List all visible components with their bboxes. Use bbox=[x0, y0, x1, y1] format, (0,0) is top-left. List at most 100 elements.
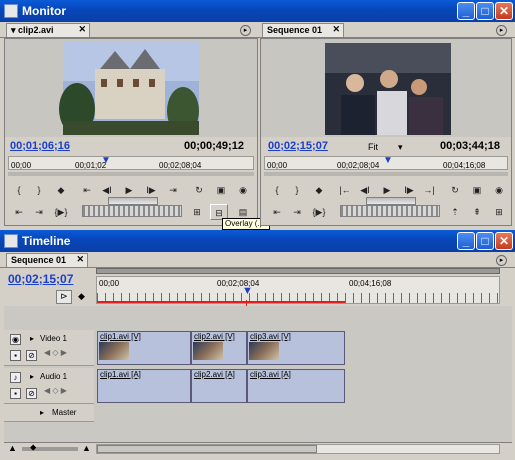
goto-out-point-button[interactable]: ⇥ bbox=[288, 204, 306, 220]
insert-button[interactable]: ⊞ bbox=[188, 204, 206, 220]
timeline-time-ruler[interactable]: 00;00 00;02;08;04 00;04;16;08 ▼ bbox=[96, 276, 500, 304]
lock-icon[interactable]: ⊘ bbox=[26, 388, 37, 399]
panel-menu-icon[interactable]: ▸ bbox=[496, 255, 507, 266]
jog-control[interactable] bbox=[340, 205, 440, 217]
mark-out-button[interactable]: } bbox=[288, 182, 306, 198]
lock-icon[interactable]: ⊘ bbox=[26, 350, 37, 361]
play-in-to-out-button[interactable]: {▶} bbox=[52, 204, 70, 220]
mark-out-button[interactable]: } bbox=[30, 182, 48, 198]
sync-lock-icon[interactable]: ▪ bbox=[10, 388, 21, 399]
audio-clip[interactable]: clip3.avi [A] bbox=[247, 369, 345, 403]
loop-button[interactable]: ↻ bbox=[446, 182, 464, 198]
close-button[interactable]: ✕ bbox=[495, 2, 513, 20]
minimize-button[interactable]: _ bbox=[457, 2, 475, 20]
eye-icon[interactable]: ◉ bbox=[10, 334, 21, 345]
output-button[interactable]: ◉ bbox=[234, 182, 252, 198]
timeline-title: Timeline bbox=[22, 234, 71, 248]
goto-out-point-button[interactable]: ⇥ bbox=[30, 204, 48, 220]
zoom-slider-thumb[interactable]: ⬥ bbox=[30, 442, 36, 453]
zoom-fit-dropdown[interactable]: Fit ▾ bbox=[368, 142, 408, 152]
output-button[interactable]: ◉ bbox=[490, 182, 508, 198]
timeline-scrollbar[interactable] bbox=[96, 444, 500, 454]
goto-out-button[interactable]: ⇥ bbox=[164, 182, 182, 198]
source-current-timecode[interactable]: 00;01;06;16 bbox=[10, 140, 70, 152]
program-frame bbox=[325, 43, 451, 135]
step-back-button[interactable]: ◀Ι bbox=[356, 182, 374, 198]
snap-icon[interactable]: ⊳ bbox=[56, 290, 72, 304]
close-tab-icon[interactable]: ✕ bbox=[76, 254, 84, 265]
goto-in-button[interactable]: ⇤ bbox=[78, 182, 96, 198]
play-button[interactable]: ▶ bbox=[120, 182, 138, 198]
maximize-button[interactable]: □ bbox=[476, 232, 494, 250]
program-video-area bbox=[261, 39, 511, 137]
keyframe-nav-icon[interactable]: ◀ ◇ ▶ bbox=[44, 386, 67, 395]
zoom-in-icon[interactable]: ▲ bbox=[82, 443, 91, 453]
set-marker-button[interactable]: ◆ bbox=[310, 182, 328, 198]
timeline-zoom-bar[interactable] bbox=[96, 268, 500, 274]
program-playhead-icon[interactable]: ▼ bbox=[383, 155, 393, 166]
tab-program-sequence[interactable]: Sequence 01 ✕ bbox=[262, 23, 344, 37]
sync-lock-icon[interactable]: ▪ bbox=[10, 350, 21, 361]
play-button[interactable]: ▶ bbox=[378, 182, 396, 198]
keyframe-nav-icon[interactable]: ◀ ◇ ▶ bbox=[44, 348, 67, 357]
shuttle-control[interactable] bbox=[366, 197, 416, 205]
video-clip[interactable]: clip1.avi [V] bbox=[97, 331, 191, 365]
mark-in-button[interactable]: { bbox=[268, 182, 286, 198]
play-in-to-out-button[interactable]: {▶} bbox=[310, 204, 328, 220]
program-time-ruler[interactable]: 00;00 00;02;08;04 00;04;16;08 ▼ bbox=[264, 155, 508, 170]
step-forward-button[interactable]: Ι▶ bbox=[142, 182, 160, 198]
panel-menu-icon[interactable]: ▸ bbox=[240, 25, 251, 36]
close-tab-icon[interactable]: ✕ bbox=[332, 24, 340, 35]
master-track-header: ▸ Master bbox=[4, 404, 94, 422]
monitor-title: Monitor bbox=[22, 4, 66, 18]
goto-in-point-button[interactable]: ⇤ bbox=[268, 204, 286, 220]
audio-clip[interactable]: clip2.avi [A] bbox=[191, 369, 247, 403]
goto-in-point-button[interactable]: ⇤ bbox=[10, 204, 28, 220]
source-playhead-icon[interactable]: ▼ bbox=[101, 155, 111, 166]
mark-in-button[interactable]: { bbox=[10, 182, 28, 198]
tab-sequence[interactable]: Sequence 01 ✕ bbox=[6, 253, 88, 267]
tab-source-clip[interactable]: ▾ clip2.avi ✕ bbox=[6, 23, 90, 37]
timeline-current-timecode[interactable]: 00;02;15;07 bbox=[8, 272, 73, 286]
source-zoom-bar[interactable] bbox=[8, 172, 254, 176]
work-area-bar[interactable] bbox=[97, 301, 345, 303]
source-video-area bbox=[5, 39, 257, 137]
shuttle-control[interactable] bbox=[108, 197, 158, 205]
trim-button[interactable]: ⊞ bbox=[490, 204, 508, 220]
video-track-label: Video 1 bbox=[40, 334, 67, 343]
collapse-arrow-icon[interactable]: ▸ bbox=[30, 372, 34, 381]
minimize-button[interactable]: _ bbox=[457, 232, 475, 250]
collapse-arrow-icon[interactable]: ▸ bbox=[40, 408, 44, 417]
safe-margins-button[interactable]: ▣ bbox=[468, 182, 486, 198]
audio-clip[interactable]: clip1.avi [A] bbox=[97, 369, 191, 403]
set-marker-icon[interactable]: ◆ bbox=[78, 291, 90, 303]
collapse-arrow-icon[interactable]: ▸ bbox=[30, 334, 34, 343]
timeline-playhead-icon[interactable]: ▼ bbox=[242, 285, 253, 297]
close-tab-icon[interactable]: ✕ bbox=[78, 24, 86, 35]
audio-track-header: ♪ ▪ ⊘ ▸ Audio 1 ◀ ◇ ▶ bbox=[4, 368, 94, 404]
lift-button[interactable]: ⇡ bbox=[446, 204, 464, 220]
program-zoom-bar[interactable] bbox=[264, 172, 508, 176]
loop-button[interactable]: ↻ bbox=[190, 182, 208, 198]
goto-previous-edit-button[interactable]: |← bbox=[336, 182, 354, 198]
zoom-out-icon[interactable]: ▲ bbox=[8, 443, 17, 453]
jog-control[interactable] bbox=[82, 205, 182, 217]
close-button[interactable]: ✕ bbox=[495, 232, 513, 250]
safe-margins-button[interactable]: ▣ bbox=[212, 182, 230, 198]
panel-menu-icon[interactable]: ▸ bbox=[496, 25, 507, 36]
maximize-button[interactable]: □ bbox=[476, 2, 494, 20]
step-forward-button[interactable]: Ι▶ bbox=[400, 182, 418, 198]
goto-next-edit-button[interactable]: →| bbox=[420, 182, 438, 198]
video-clip[interactable]: clip2.avi [V] bbox=[191, 331, 247, 365]
timeline-app-icon bbox=[4, 234, 18, 248]
program-current-timecode[interactable]: 00;02;15;07 bbox=[268, 140, 328, 152]
video-clip[interactable]: clip3.avi [V] bbox=[247, 331, 345, 365]
speaker-icon[interactable]: ♪ bbox=[10, 372, 21, 383]
step-back-button[interactable]: ◀Ι bbox=[98, 182, 116, 198]
source-frame bbox=[59, 41, 199, 135]
set-marker-button[interactable]: ◆ bbox=[52, 182, 70, 198]
scrollbar-thumb[interactable] bbox=[97, 445, 317, 453]
source-time-ruler[interactable]: 00;00 00;01;02 00;02;08;04 ▼ bbox=[8, 155, 254, 170]
audio-track-label: Audio 1 bbox=[40, 372, 68, 381]
extract-button[interactable]: ⇞ bbox=[468, 204, 486, 220]
